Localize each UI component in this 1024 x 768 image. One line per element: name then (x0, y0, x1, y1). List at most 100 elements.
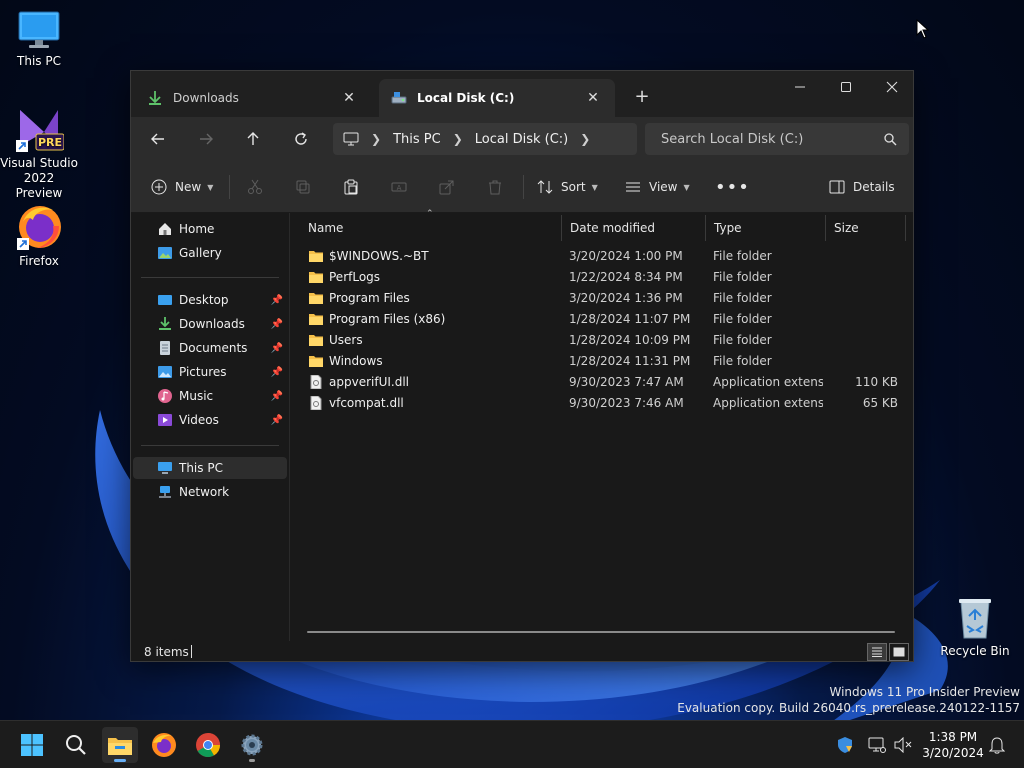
pin-icon[interactable]: 📌 (271, 367, 283, 378)
rename-button[interactable]: A (391, 173, 407, 201)
taskbar-chrome[interactable] (190, 727, 226, 763)
running-indicator (114, 759, 126, 762)
chevron-down-icon: ▼ (683, 182, 690, 192)
breadcrumb[interactable]: ❯ This PC ❯ Local Disk (C:) ❯ (333, 123, 637, 155)
clock[interactable]: 1:38 PM 3/20/2024 (920, 729, 986, 761)
taskbar-settings[interactable] (234, 727, 270, 763)
minimize-button[interactable] (777, 71, 823, 103)
file-name-cell: PerfLogs (308, 270, 380, 284)
pin-icon[interactable]: 📌 (271, 319, 283, 330)
recycle-bin-icon (959, 599, 991, 639)
column-header-date[interactable]: Date modified (562, 215, 706, 241)
network-tray-icon[interactable] (866, 721, 888, 768)
delete-button[interactable] (487, 173, 503, 201)
search-button[interactable] (58, 727, 94, 763)
view-button[interactable]: View ▼ (625, 173, 690, 201)
notifications-button[interactable] (986, 721, 1008, 768)
forward-button[interactable] (191, 125, 221, 153)
table-row[interactable]: Program Files (x86) 1/28/2024 11:07 PM Fil… (300, 308, 906, 329)
copy-icon (296, 180, 310, 194)
column-header-size[interactable]: Size (826, 215, 906, 241)
desktop-icon-label: Firefox (19, 254, 59, 268)
desktop-icon (158, 295, 172, 305)
desktop-icon-this-pc[interactable]: This PC (0, 10, 78, 69)
table-row[interactable]: vfcompat.dll 9/30/2023 7:46 AM Application… (300, 392, 906, 413)
close-tab-icon[interactable]: ✕ (583, 90, 603, 106)
pin-icon[interactable]: 📌 (271, 295, 283, 306)
search-box[interactable] (645, 123, 909, 155)
nav-label: Network (179, 485, 230, 499)
breadcrumb-this-pc[interactable]: This PC (393, 132, 441, 147)
file-name-cell: Windows (308, 354, 383, 368)
close-window-button[interactable] (869, 71, 915, 103)
table-row[interactable]: PerfLogs 1/22/2024 8:34 PM File folder (300, 266, 906, 287)
nav-item-home[interactable]: Home (133, 218, 287, 240)
up-button[interactable] (238, 125, 268, 153)
security-tray-icon[interactable] (834, 721, 856, 768)
dll-file-icon (310, 374, 322, 389)
sort-button[interactable]: Sort ▼ (537, 173, 598, 201)
tab-local-disk[interactable]: Local Disk (C:) ✕ (379, 79, 615, 117)
pin-icon[interactable]: 📌 (271, 415, 283, 426)
new-tab-button[interactable]: + (629, 85, 655, 111)
table-row[interactable]: Windows 1/28/2024 11:31 PM File folder (300, 350, 906, 371)
maximize-icon (841, 82, 851, 92)
nav-item-videos[interactable]: Videos 📌 (133, 409, 287, 431)
column-header-type[interactable]: Type (706, 215, 826, 241)
watermark-line: Windows 11 Pro Insider Preview (829, 685, 1020, 699)
chevron-right-icon[interactable]: ❯ (580, 132, 590, 146)
paste-button[interactable] (343, 173, 359, 201)
nav-item-desktop[interactable]: Desktop 📌 (133, 289, 287, 311)
close-tab-icon[interactable]: ✕ (339, 90, 359, 106)
horizontal-scrollbar[interactable] (307, 631, 895, 633)
copy-button[interactable] (295, 173, 311, 201)
breadcrumb-local-disk[interactable]: Local Disk (C:) (475, 132, 568, 147)
search-input[interactable] (661, 131, 884, 147)
table-row[interactable]: Users 1/28/2024 10:09 PM File folder (300, 329, 906, 350)
file-name: appverifUI.dll (329, 374, 409, 389)
firefox-icon (152, 733, 176, 757)
taskbar-firefox[interactable] (146, 727, 182, 763)
cut-button[interactable] (247, 173, 263, 201)
nav-item-gallery[interactable]: Gallery (133, 242, 287, 264)
arrow-left-icon (151, 133, 164, 145)
nav-item-network[interactable]: Network (133, 481, 287, 503)
share-button[interactable] (439, 173, 455, 201)
maximize-button[interactable] (823, 71, 869, 103)
desktop-icon-visual-studio[interactable]: PRE Visual Studio 2022 Preview (0, 104, 78, 201)
taskbar-file-explorer[interactable] (102, 727, 138, 763)
pin-icon[interactable]: 📌 (271, 343, 283, 354)
volume-tray-icon[interactable] (892, 721, 914, 768)
folder-icon (309, 313, 323, 325)
nav-divider (141, 445, 279, 446)
table-row[interactable]: Program Files 3/20/2024 1:36 PM File folde… (300, 287, 906, 308)
desktop-icon-recycle-bin[interactable]: Recycle Bin (936, 596, 1014, 659)
start-button[interactable] (14, 727, 50, 763)
refresh-button[interactable] (286, 125, 316, 153)
pin-icon[interactable]: 📌 (271, 391, 283, 402)
rename-icon: A (391, 182, 407, 192)
table-row[interactable]: $WINDOWS.~BT 3/20/2024 1:00 PM File folder (300, 245, 906, 266)
tab-label: Local Disk (C:) (417, 91, 515, 105)
table-row[interactable]: appverifUI.dll 9/30/2023 7:47 AM Applicati… (300, 371, 906, 392)
taskbar: 1:38 PM 3/20/2024 (0, 720, 1024, 768)
desktop-icon-firefox[interactable]: Firefox (0, 202, 78, 269)
tab-downloads[interactable]: Downloads ✕ (135, 79, 371, 117)
nav-item-pictures[interactable]: Pictures 📌 (133, 361, 287, 383)
tiles-view-button[interactable] (889, 643, 909, 661)
pictures-icon (158, 366, 172, 378)
toolbar-divider (229, 175, 230, 199)
arrow-right-icon (200, 133, 213, 145)
more-options-button[interactable]: ••• (715, 173, 750, 201)
nav-item-downloads[interactable]: Downloads 📌 (133, 313, 287, 335)
new-button[interactable]: New ▼ (151, 173, 213, 201)
details-view-button[interactable] (867, 643, 887, 661)
nav-item-documents[interactable]: Documents 📌 (133, 337, 287, 359)
details-pane-button[interactable]: Details (829, 173, 895, 201)
title-bar[interactable]: Downloads ✕ Local Disk (C:) ✕ + (131, 71, 913, 117)
nav-item-this-pc[interactable]: This PC (133, 457, 287, 479)
back-button[interactable] (143, 125, 173, 153)
gear-icon (241, 734, 263, 756)
column-header-name[interactable]: Name (300, 215, 562, 241)
nav-item-music[interactable]: Music 📌 (133, 385, 287, 407)
